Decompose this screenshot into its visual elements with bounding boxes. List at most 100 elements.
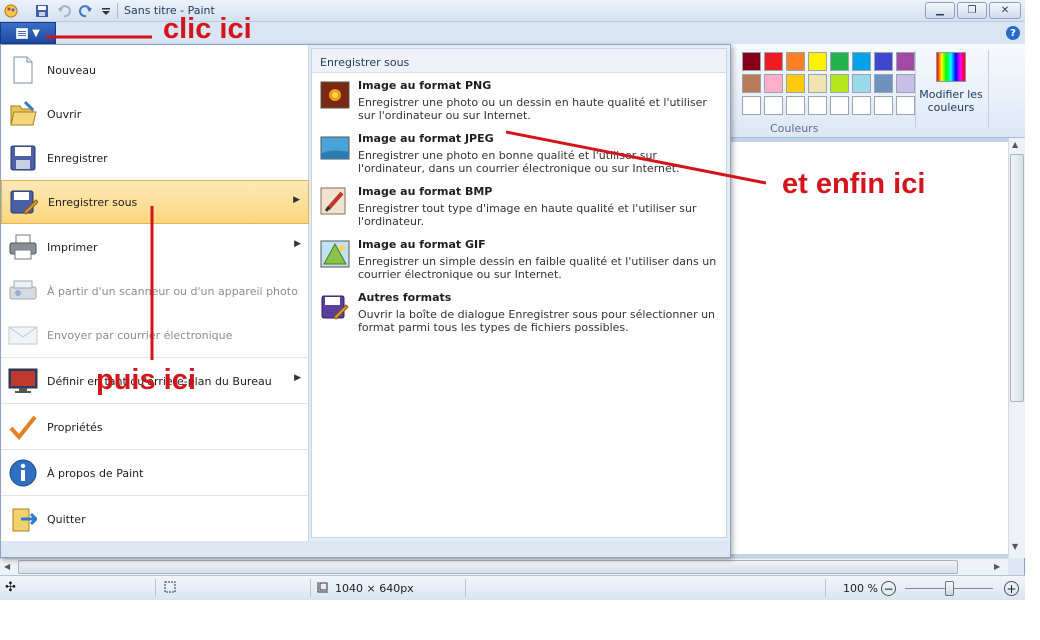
customize-quick-access-icon[interactable] (98, 3, 114, 19)
color-swatch[interactable] (830, 74, 849, 93)
new-document-icon (7, 54, 39, 86)
scroll-up-icon[interactable]: ▲ (1012, 140, 1018, 149)
menu-item-label: Nouveau (47, 63, 96, 77)
jpeg-image-icon (320, 134, 350, 164)
menu-item-a-propos[interactable]: À propos de Paint (1, 451, 309, 495)
color-swatch[interactable] (742, 96, 761, 115)
help-icon: ? (1010, 27, 1016, 39)
image-size-icon (317, 580, 329, 597)
scroll-down-icon[interactable]: ▼ (1012, 542, 1018, 551)
menu-item-label: Enregistrer sous (48, 195, 138, 209)
menu-item-enregistrer[interactable]: Enregistrer (1, 136, 309, 180)
color-swatch[interactable] (830, 52, 849, 71)
color-swatch[interactable] (808, 52, 827, 71)
submenu-item-jpeg[interactable]: Image au format JPEG Enregistrer une pho… (320, 132, 720, 180)
menu-item-enregistrer-sous[interactable]: Enregistrer sous ▶ (1, 180, 309, 224)
annotation-et-enfin-ici: et enfin ici (782, 168, 926, 200)
ribbon-separator (988, 50, 989, 128)
help-button[interactable]: ? (1006, 26, 1020, 40)
color-swatch[interactable] (786, 74, 805, 93)
color-swatch[interactable] (874, 74, 893, 93)
menu-item-quitter[interactable]: Quitter (1, 497, 309, 541)
submenu-item-description: Enregistrer tout type d'image en haute q… (358, 202, 697, 228)
color-swatch[interactable] (896, 52, 915, 71)
file-menu-arrow-icon: ▼ (32, 27, 40, 39)
menu-item-nouveau[interactable]: Nouveau (1, 48, 309, 92)
info-icon (7, 457, 39, 489)
color-swatch[interactable] (742, 74, 761, 93)
zoom-in-button[interactable]: + (1004, 581, 1019, 596)
submenu-item-title: Image au format JPEG (358, 132, 494, 145)
color-swatch[interactable] (808, 96, 827, 115)
submenu-item-gif[interactable]: Image au format GIF Enregistrer un simpl… (320, 238, 720, 286)
exit-icon (7, 503, 39, 535)
file-menu-button[interactable]: ▼ (0, 22, 56, 44)
redo-icon[interactable] (78, 3, 94, 19)
email-icon (7, 319, 39, 351)
submenu-arrow-icon: ▶ (293, 195, 300, 205)
submenu-arrow-icon: ▶ (294, 373, 301, 383)
color-swatch[interactable] (808, 74, 827, 93)
submenu-item-autres-formats[interactable]: Autres formats Ouvrir la boîte de dialog… (320, 291, 720, 339)
status-separator (155, 579, 156, 597)
restore-icon: ❐ (967, 5, 977, 16)
close-button[interactable]: ✕ (989, 2, 1021, 19)
menu-item-label: À propos de Paint (47, 466, 144, 480)
color-swatch[interactable] (852, 74, 871, 93)
zoom-level-text: 100 % (843, 582, 878, 595)
status-bar: ✣ 1040 × 640px 100 % − + (0, 575, 1025, 600)
submenu-item-title: Image au format GIF (358, 238, 486, 251)
menu-item-imprimer[interactable]: Imprimer ▶ (1, 225, 309, 269)
status-separator (310, 579, 311, 597)
color-swatch[interactable] (764, 74, 783, 93)
color-swatch[interactable] (764, 52, 783, 71)
color-swatch[interactable] (896, 96, 915, 115)
horizontal-scrollbar[interactable]: ◀ ▶ (0, 558, 1008, 575)
save-icon[interactable] (34, 3, 50, 19)
color-swatch[interactable] (852, 52, 871, 71)
menu-item-scanner: À partir d'un scanneur ou d'un appareil … (1, 269, 309, 313)
minus-icon: − (883, 581, 894, 596)
scroll-left-icon[interactable]: ◀ (4, 562, 10, 571)
zoom-out-button[interactable]: − (881, 581, 896, 596)
color-swatch[interactable] (786, 52, 805, 71)
horizontal-scroll-thumb[interactable] (18, 560, 958, 574)
color-swatch[interactable] (874, 96, 893, 115)
title-separator (117, 3, 118, 18)
color-swatch[interactable] (742, 52, 761, 71)
paint-app-icon[interactable] (3, 3, 19, 19)
color-swatch[interactable] (786, 96, 805, 115)
color-swatch[interactable] (896, 74, 915, 93)
zoom-slider-thumb[interactable] (945, 581, 954, 596)
menu-item-proprietes[interactable]: Propriétés (1, 405, 309, 449)
plus-icon: + (1006, 581, 1017, 596)
save-as-icon (8, 186, 40, 218)
menu-separator (1, 449, 309, 450)
submenu-item-description: Enregistrer une photo en bonne qualité e… (358, 149, 680, 175)
printer-icon (7, 231, 39, 263)
drawing-canvas[interactable] (728, 142, 1008, 554)
color-swatch[interactable] (852, 96, 871, 115)
menu-item-ouvrir[interactable]: Ouvrir (1, 92, 309, 136)
file-menu-commands: Nouveau Ouvrir Enregistrer Enregistrer s… (1, 45, 309, 541)
submenu-heading: Enregistrer sous (312, 49, 726, 73)
submenu-item-png[interactable]: Image au format PNG Enregistrer une phot… (320, 79, 720, 127)
maximize-button[interactable]: ❐ (957, 2, 987, 19)
color-swatch[interactable] (874, 52, 893, 71)
menu-separator (1, 495, 309, 496)
edit-colors-button[interactable]: Modifier les couleurs (918, 50, 984, 120)
submenu-item-bmp[interactable]: Image au format BMP Enregistrer tout typ… (320, 185, 720, 233)
vertical-scrollbar[interactable]: ▲ ▼ (1008, 138, 1025, 558)
color-swatch[interactable] (764, 96, 783, 115)
menu-item-label: Enregistrer (47, 151, 108, 165)
save-disk-icon (7, 142, 39, 174)
submenu-item-title: Autres formats (358, 291, 452, 304)
scroll-right-icon[interactable]: ▶ (994, 562, 1000, 571)
minimize-button[interactable]: ▁ (925, 2, 955, 19)
annotation-puis-ici: puis ici (96, 364, 196, 396)
vertical-scroll-thumb[interactable] (1010, 154, 1024, 402)
menu-item-label: Imprimer (47, 240, 98, 254)
undo-icon[interactable] (56, 3, 72, 19)
color-swatch[interactable] (830, 96, 849, 115)
submenu-item-description: Enregistrer un simple dessin en faible q… (358, 255, 717, 281)
